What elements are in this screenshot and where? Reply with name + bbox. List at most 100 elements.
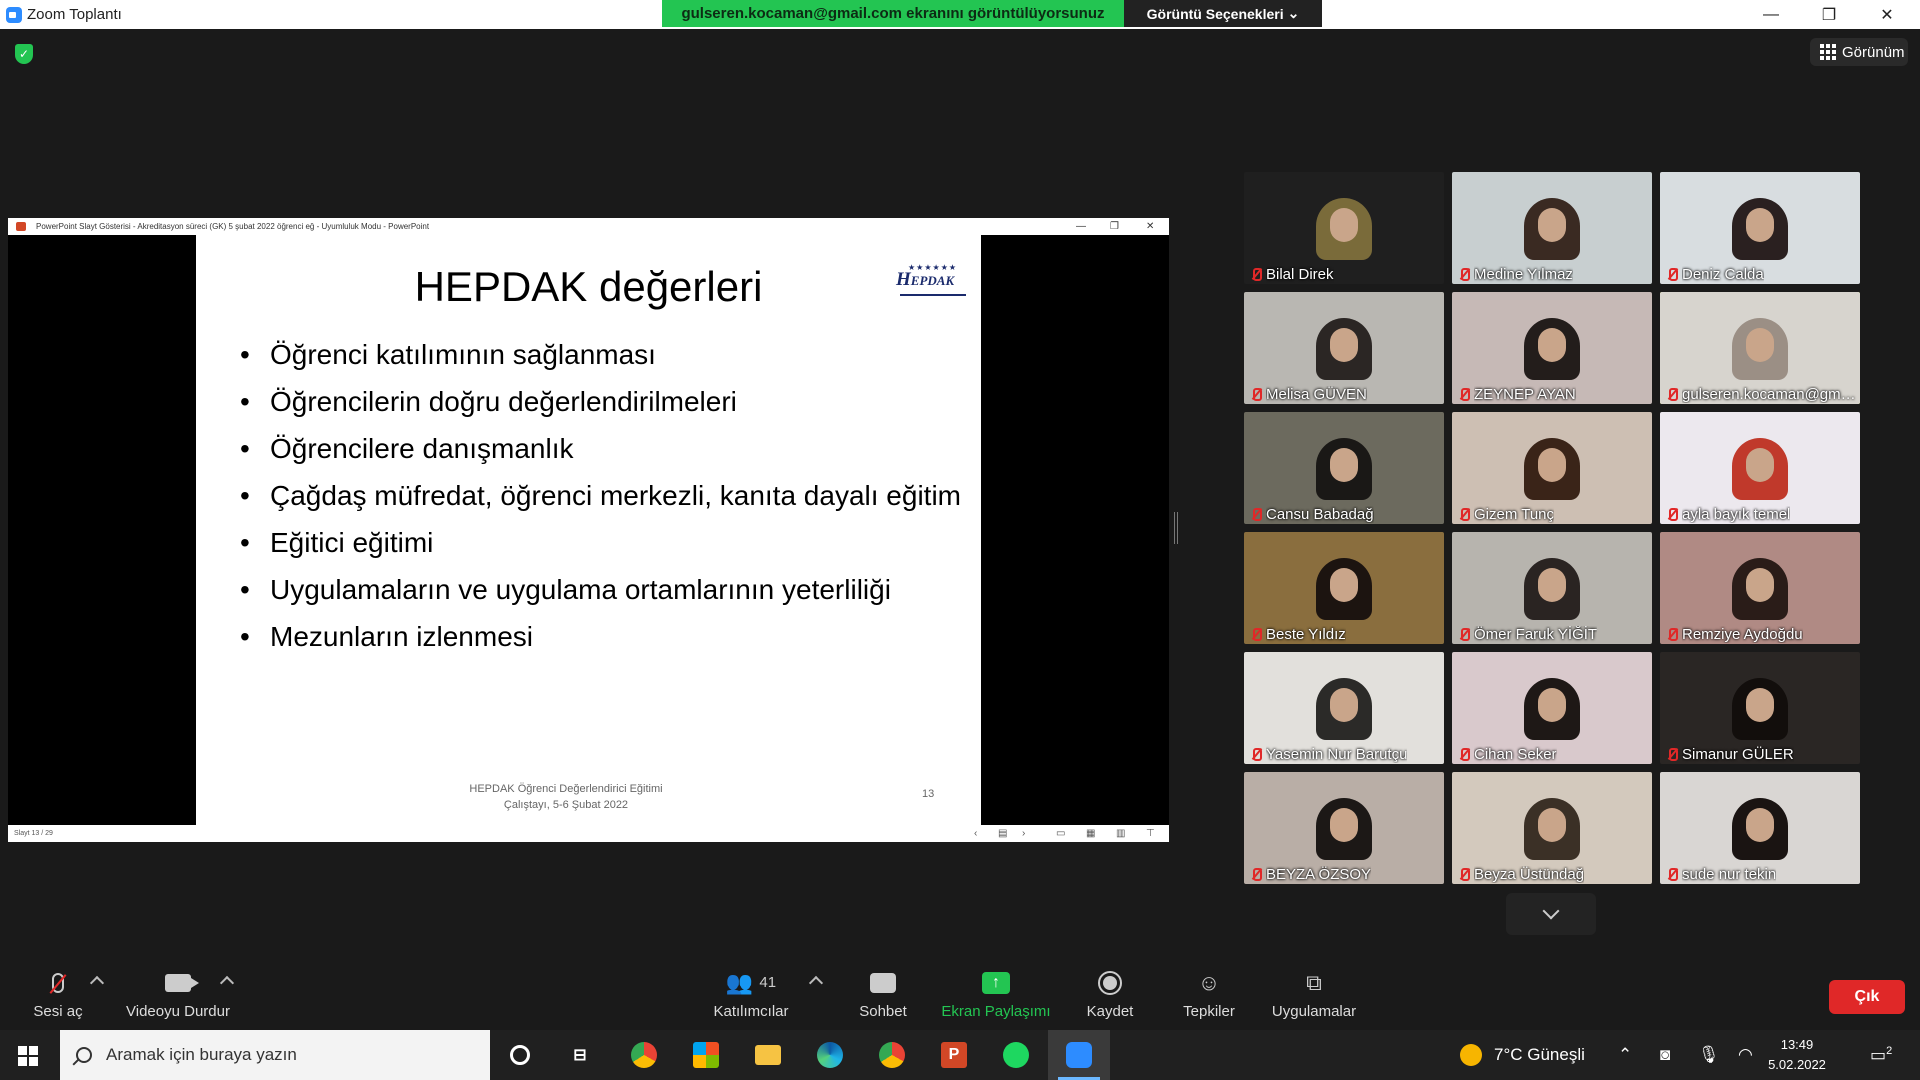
participant-name: Medine Yılmaz (1474, 265, 1573, 283)
participant-figure (1732, 198, 1788, 260)
bullet-item: Öğrencilere danışmanlık (240, 429, 970, 468)
task-view-icon[interactable]: ⊟ (562, 1037, 598, 1073)
file-explorer-icon[interactable] (750, 1037, 786, 1073)
bullet-item: Mezunların izlenmesi (240, 617, 970, 656)
participant-tile[interactable]: Ömer Faruk YİĞİT (1452, 532, 1652, 644)
participant-tile[interactable]: Cihan Seker (1452, 652, 1652, 764)
chat-icon (870, 972, 896, 993)
bullet-item: Öğrenci katılımının sağlanması (240, 335, 970, 374)
notification-center-icon[interactable]: ▭2 (1870, 1045, 1892, 1066)
normal-view-icon[interactable]: ▭ (1056, 825, 1065, 842)
participant-figure (1316, 198, 1372, 260)
record-button[interactable]: Kaydet (1080, 958, 1140, 1030)
participant-tile[interactable]: Bilal Direk (1244, 172, 1444, 284)
ppt-maximize-icon[interactable]: ❐ (1110, 218, 1119, 235)
participant-tile[interactable]: Melisa GÜVEN (1244, 292, 1444, 404)
participant-tile[interactable]: Medine Yılmaz (1452, 172, 1652, 284)
spotify-icon[interactable] (998, 1037, 1034, 1073)
chrome-profile-icon[interactable] (874, 1037, 910, 1073)
participant-tile[interactable]: Beste Yıldız (1244, 532, 1444, 644)
previous-slide-icon[interactable]: ‹ (974, 825, 977, 842)
record-icon (1098, 970, 1122, 995)
tray-overflow-icon[interactable]: ⌃ (1618, 1045, 1632, 1065)
participant-tile[interactable]: ayla bayık temel (1660, 412, 1860, 524)
reading-view-icon[interactable]: ▥ (1116, 825, 1125, 842)
apps-icon: ⧉ (1306, 969, 1322, 995)
participant-name-bar: Simanur GÜLER (1660, 744, 1860, 764)
microphone-muted-icon (52, 972, 64, 993)
edge-icon[interactable] (812, 1037, 848, 1073)
participant-tile[interactable]: BEYZA ÖZSOY (1244, 772, 1444, 884)
share-screen-icon: ↑ (982, 971, 1010, 994)
taskbar-search-box[interactable]: Aramak için buraya yazın (60, 1030, 490, 1080)
view-button[interactable]: Görünüm (1810, 38, 1908, 66)
encryption-shield-icon[interactable]: ✓ (15, 44, 33, 64)
reactions-button[interactable]: ☺ Tepkiler (1176, 958, 1242, 1030)
stop-video-button[interactable]: Videoyu Durdur (120, 958, 236, 1030)
muted-mic-icon (1458, 628, 1470, 641)
participant-tile[interactable]: Remziye Aydoğdu (1660, 532, 1860, 644)
meeting-toolbar: Sesi aç Videoyu Durdur 👥 41 Katılımcılar… (0, 958, 1920, 1030)
powerpoint-taskbar-icon[interactable]: P (936, 1037, 972, 1073)
split-view-handle[interactable] (1174, 512, 1178, 544)
cortana-icon[interactable] (502, 1037, 538, 1073)
participant-figure (1732, 558, 1788, 620)
next-slide-icon[interactable]: › (1022, 825, 1025, 842)
participant-tile[interactable]: Deniz Calda (1660, 172, 1860, 284)
maximize-button[interactable]: ❐ (1800, 0, 1858, 29)
menu-icon[interactable]: ▤ (998, 825, 1007, 842)
leave-meeting-button[interactable]: Çık (1829, 980, 1905, 1014)
participant-tile[interactable]: ZEYNEP AYAN (1452, 292, 1652, 404)
muted-mic-icon (1666, 268, 1678, 281)
muted-mic-icon (1666, 748, 1678, 761)
participant-tile[interactable]: gulseren.kocaman@gmail... (1660, 292, 1860, 404)
participant-name-bar: Melisa GÜVEN (1244, 384, 1444, 404)
participant-name: Simanur GÜLER (1682, 745, 1794, 763)
muted-mic-icon (1666, 508, 1678, 521)
participants-button[interactable]: 👥 41 Katılımcılar (706, 958, 796, 1030)
participant-tile[interactable]: sude nur tekin (1660, 772, 1860, 884)
participants-count: 41 (759, 974, 777, 991)
chat-button[interactable]: Sohbet (850, 958, 916, 1030)
sorter-view-icon[interactable]: ▦ (1086, 825, 1095, 842)
participant-name-bar: Medine Yılmaz (1452, 264, 1652, 284)
participant-name: Deniz Calda (1682, 265, 1764, 283)
ppt-minimize-icon[interactable]: — (1076, 218, 1086, 235)
participant-tile[interactable]: Beyza Üstündağ (1452, 772, 1652, 884)
participant-tile[interactable]: Simanur GÜLER (1660, 652, 1860, 764)
search-icon (76, 1047, 92, 1063)
unmute-button[interactable]: Sesi aç (30, 958, 86, 1030)
participant-name-bar: Cihan Seker (1452, 744, 1652, 764)
participant-figure (1524, 678, 1580, 740)
chrome-icon[interactable] (626, 1037, 662, 1073)
zoom-taskbar-icon[interactable] (1048, 1030, 1110, 1080)
ppt-close-icon[interactable]: ✕ (1146, 218, 1154, 235)
slide-footer: HEPDAK Öğrenci Değerlendirici Eğitimi Ça… (446, 781, 686, 813)
close-button[interactable]: ✕ (1858, 0, 1916, 29)
participant-tile[interactable]: Yasemin Nur Barutçu (1244, 652, 1444, 764)
chevron-down-icon (1542, 902, 1560, 920)
windows-start-icon[interactable] (18, 1046, 38, 1066)
audio-options-caret-icon[interactable] (89, 975, 105, 991)
webcam-tray-icon[interactable]: ◙ (1660, 1045, 1670, 1065)
chat-label: Sohbet (859, 1002, 907, 1020)
participant-tile[interactable]: Cansu Babadağ (1244, 412, 1444, 524)
participant-tile[interactable]: Gizem Tunç (1452, 412, 1652, 524)
share-screen-button[interactable]: ↑ Ekran Paylaşımı (938, 958, 1054, 1030)
microsoft-store-icon[interactable] (688, 1037, 724, 1073)
participants-options-caret-icon[interactable] (808, 975, 824, 991)
taskbar-clock[interactable]: 13:49 5.02.2022 (1758, 1035, 1836, 1075)
microphone-tray-icon[interactable]: 🎙 (1698, 1045, 1720, 1065)
gallery-next-page-button[interactable] (1506, 893, 1596, 935)
participant-figure (1524, 438, 1580, 500)
apps-button[interactable]: ⧉ Uygulamalar (1268, 958, 1360, 1030)
wifi-icon[interactable]: ◠ (1738, 1045, 1753, 1065)
bullet-item: Uygulamaların ve uygulama ortamlarının y… (240, 570, 970, 609)
slideshow-view-icon[interactable]: ⊤ (1146, 825, 1155, 842)
notification-count: 2 (1886, 1045, 1893, 1057)
bullet-item: Öğrencilerin doğru değerlendirilmeleri (240, 382, 970, 421)
minimize-button[interactable]: — (1742, 0, 1800, 29)
view-options-button[interactable]: Görüntü Seçenekleri ⌄ (1124, 0, 1322, 27)
weather-text[interactable]: 7°C Güneşli (1494, 1045, 1585, 1065)
slide-bullets: Öğrenci katılımının sağlanması Öğrencile… (240, 335, 970, 664)
